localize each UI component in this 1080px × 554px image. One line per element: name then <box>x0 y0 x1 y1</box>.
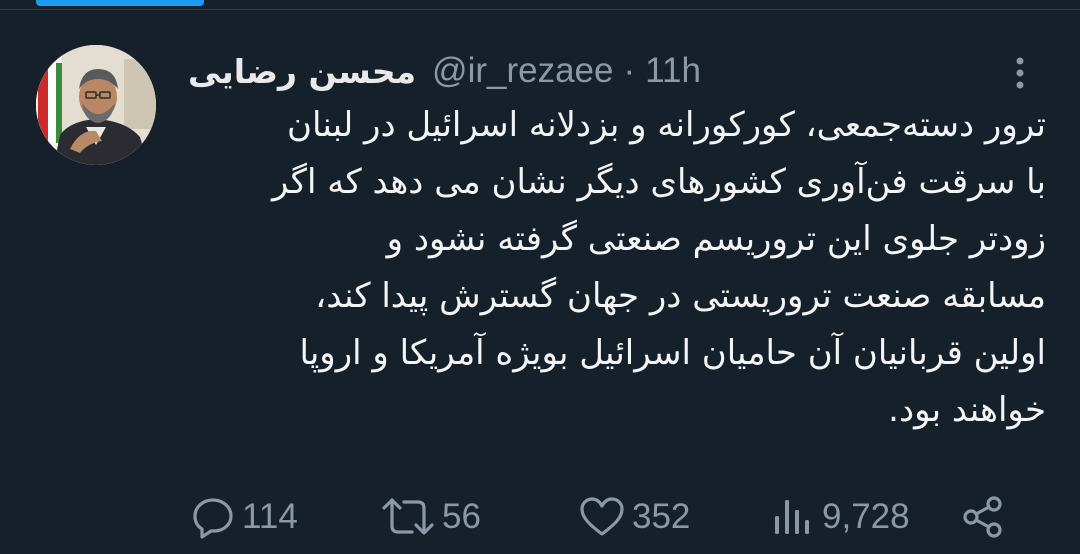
views-button[interactable]: 9,728 <box>770 490 910 544</box>
retweet-count: 56 <box>442 497 481 536</box>
top-tab-strip <box>0 0 1080 10</box>
more-options-icon[interactable] <box>1006 56 1034 90</box>
like-button[interactable]: 352 <box>578 490 690 544</box>
reply-button[interactable]: 114 <box>190 490 298 544</box>
tweet-text-line: ترور دسته‌جمعی، کورکورانه و بزدلانه اسرا… <box>287 105 1046 145</box>
profile-photo-icon <box>36 45 156 165</box>
tweet-text-line: زودتر جلوی این تروریسم صنعتی گرفته نشود … <box>386 219 1046 259</box>
share-icon <box>963 496 1002 538</box>
like-count: 352 <box>632 497 691 536</box>
tweet-text-line: مسابقه صنعت تروریستی در جهان گسترش پیدا … <box>315 276 1046 316</box>
tweet-text-line: خواهند بود. <box>888 390 1046 430</box>
heart-icon <box>580 497 624 536</box>
tweet-header: محسن رضایی @ir_rezaee · 11h <box>188 46 948 96</box>
views-icon <box>775 500 809 534</box>
avatar[interactable] <box>36 45 156 165</box>
tweet-text-line: اولین قربانیان آن حامیان اسرائیل بویژه آ… <box>299 333 1046 373</box>
share-button[interactable] <box>960 490 1006 544</box>
author-handle[interactable]: @ir_rezaee <box>432 51 613 91</box>
retweet-icon <box>382 498 434 535</box>
active-tab-indicator[interactable] <box>36 0 204 6</box>
reply-count: 114 <box>242 497 298 536</box>
retweet-button[interactable]: 56 <box>380 490 481 544</box>
tweet-text-line: با سرقت فن‌آوری کشورهای دیگر نشان می دهد… <box>272 162 1046 202</box>
reply-icon <box>193 498 233 539</box>
author-display-name[interactable]: محسن رضایی <box>188 52 416 91</box>
views-count: 9,728 <box>822 497 910 536</box>
tweet-page: محسن رضایی @ir_rezaee · 11h ترور دسته‌جم… <box>0 0 1080 554</box>
header-separator: · <box>623 51 636 90</box>
tweet-actions-bar: 114 56 352 9,728 <box>0 490 1080 544</box>
tweet-body: ترور دسته‌جمعی، کورکورانه و بزدلانه اسرا… <box>186 97 1046 439</box>
tweet-timestamp[interactable]: 11h <box>645 51 701 91</box>
